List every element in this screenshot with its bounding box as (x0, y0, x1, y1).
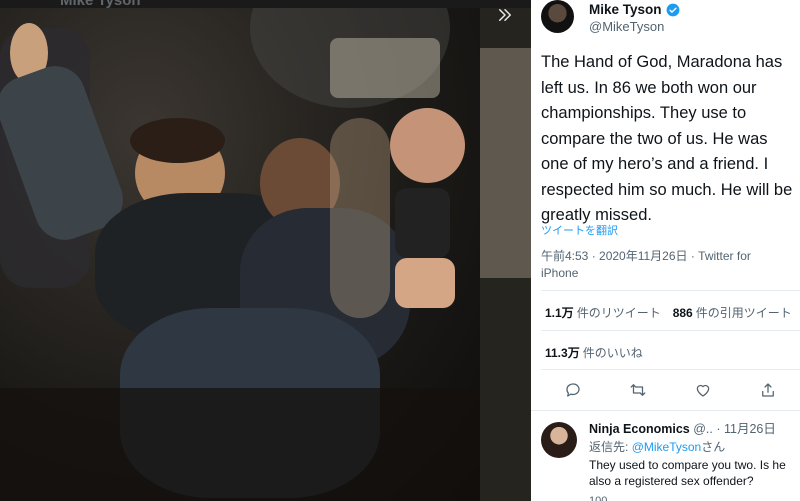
divider (531, 410, 800, 411)
author-handle[interactable]: @MikeTyson (589, 19, 664, 34)
verified-badge-icon (666, 3, 679, 16)
likes-label: 件のいいね (582, 346, 643, 360)
translate-tweet-link[interactable]: ツイートを翻訳 (541, 222, 618, 238)
quotes-stat[interactable]: 886 件の引用ツイート (673, 304, 792, 321)
avatar[interactable] (541, 0, 574, 33)
reply-text: They used to compare you two. Is he also… (589, 458, 786, 488)
likes-count: 11.3万 (545, 346, 580, 360)
divider (541, 369, 800, 370)
adjacent-content (480, 8, 531, 501)
reply-to-suffix: さん (701, 440, 726, 454)
retweets-label: 件のリツイート (576, 306, 661, 320)
tweet-detail-panel: Mike Tyson @MikeTyson The Hand of God, M… (531, 0, 800, 501)
avatar[interactable] (541, 422, 577, 458)
like-icon (696, 384, 710, 397)
retweets-stat[interactable]: 1.1万 件のリツイート (545, 304, 661, 321)
engagement-stats: 1.1万 件のリツイート 886 件の引用ツイート (545, 304, 800, 321)
reply-author-handle[interactable]: @.. (693, 422, 713, 436)
reply-to-prefix: 返信先: (589, 440, 629, 454)
divider (541, 330, 800, 331)
share-button[interactable] (757, 379, 779, 401)
reply-to-line: 返信先: @MikeTysonさん (589, 438, 725, 455)
reply-counts: 100 (589, 495, 608, 501)
like-button[interactable] (692, 379, 714, 401)
retweet-icon (630, 384, 646, 396)
retweets-count: 1.1万 (545, 306, 574, 320)
likes-stat[interactable]: 11.3万 件のいいね (545, 344, 643, 361)
author-name[interactable]: Mike Tyson (589, 2, 662, 17)
share-icon (761, 383, 774, 397)
tweet-photo[interactable] (0, 8, 480, 501)
quotes-count: 886 (672, 306, 693, 320)
tweet-actions (541, 378, 800, 402)
tweet-timestamp[interactable]: 午前4:53 · 2020年11月26日 · Twitter for iPhon… (541, 248, 791, 282)
reply-tweet[interactable]: Ninja Economics @.. · 11月26日 返信先: @MikeT… (531, 412, 800, 501)
tweet-text: The Hand of God, Maradona has left us. I… (541, 53, 793, 224)
reply-date[interactable]: · 11月26日 (716, 422, 776, 436)
reply-button[interactable] (562, 379, 584, 401)
double-chevron-right-icon (499, 9, 511, 21)
divider (541, 290, 800, 291)
collapse-panel-button[interactable] (487, 0, 523, 30)
media-viewer: Mike Tyson (0, 0, 531, 501)
reply-icon (566, 383, 580, 397)
reply-to-handle-link[interactable]: @MikeTyson (632, 440, 702, 454)
reply-author-name[interactable]: Ninja Economics (589, 422, 690, 436)
quotes-label: 件の引用ツイート (695, 306, 792, 320)
tweet-author[interactable]: Mike Tyson @MikeTyson (541, 0, 800, 40)
retweet-button[interactable] (627, 379, 649, 401)
